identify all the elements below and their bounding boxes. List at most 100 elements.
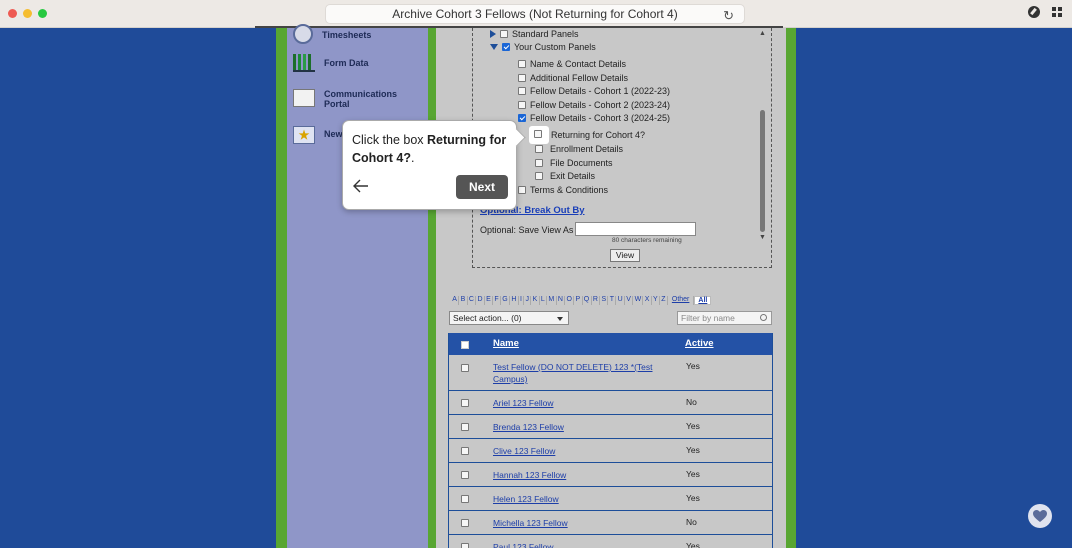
checkbox[interactable]: [535, 159, 543, 167]
checkbox[interactable]: [518, 74, 526, 82]
sub-item[interactable]: File Documents: [535, 158, 613, 168]
view-button[interactable]: View: [610, 249, 640, 262]
alpha-letter[interactable]: X: [643, 296, 652, 305]
active-value: Yes: [686, 493, 700, 503]
grid-icon[interactable]: [1052, 7, 1062, 17]
alpha-letter[interactable]: E: [485, 296, 494, 305]
sidebar-item-new[interactable]: ★ New: [293, 126, 343, 144]
sub-item-returning[interactable]: Returning for Cohort 4?: [551, 130, 645, 140]
panel-item[interactable]: Fellow Details - Cohort 3 (2024-25): [518, 113, 670, 123]
alpha-letter[interactable]: U: [616, 296, 625, 305]
sidebar-item-timesheets[interactable]: Timesheets: [293, 24, 371, 44]
maximize-window-button[interactable]: [38, 9, 47, 18]
alpha-letter[interactable]: K: [531, 296, 540, 305]
alpha-letter[interactable]: T: [608, 296, 617, 305]
sidebar-item-form-data[interactable]: Form Data: [293, 54, 369, 72]
back-arrow-icon[interactable]: [353, 179, 369, 193]
checkbox[interactable]: [535, 145, 543, 153]
alpha-all[interactable]: All: [694, 296, 712, 305]
fellow-name-link[interactable]: Helen 123 Fellow: [493, 493, 673, 505]
checkbox[interactable]: [518, 60, 526, 68]
alpha-letter[interactable]: S: [600, 296, 609, 305]
fellow-name-link[interactable]: Brenda 123 Fellow: [493, 421, 673, 433]
checkbox[interactable]: [518, 101, 526, 109]
fellow-name-link[interactable]: Test Fellow (DO NOT DELETE) 123 *(Test C…: [493, 361, 673, 385]
alpha-letter[interactable]: A: [451, 296, 460, 305]
sidebar-item-label: Communications Portal: [324, 89, 398, 109]
compass-icon[interactable]: [1028, 6, 1040, 18]
alpha-letter[interactable]: Z: [660, 296, 668, 305]
panels-scrollbar[interactable]: [760, 110, 765, 232]
alpha-letter[interactable]: Q: [583, 296, 592, 305]
alpha-letter[interactable]: F: [493, 296, 501, 305]
address-bar[interactable]: Archive Cohort 3 Fellows (Not Returning …: [325, 4, 745, 24]
next-button[interactable]: Next: [456, 175, 508, 199]
star-icon: ★: [293, 126, 315, 144]
alpha-letter[interactable]: W: [633, 296, 644, 305]
checkbox[interactable]: [535, 172, 543, 180]
returning-cohort-4-checkbox[interactable]: [534, 130, 542, 138]
fellow-name-link[interactable]: Hannah 123 Fellow: [493, 469, 673, 481]
row-checkbox[interactable]: [461, 423, 469, 431]
row-checkbox[interactable]: [461, 471, 469, 479]
panel-item[interactable]: Fellow Details - Cohort 2 (2023-24): [518, 100, 670, 110]
alpha-letter[interactable]: G: [501, 296, 511, 305]
search-icon[interactable]: [760, 314, 767, 321]
alpha-letter[interactable]: B: [459, 296, 468, 305]
checkbox[interactable]: [518, 87, 526, 95]
row-checkbox[interactable]: [461, 447, 469, 455]
select-all-checkbox[interactable]: [461, 341, 469, 349]
alpha-letter[interactable]: Y: [652, 296, 660, 305]
alpha-letter[interactable]: J: [524, 296, 532, 305]
panel-item[interactable]: Additional Fellow Details: [518, 73, 628, 83]
scroll-down-icon[interactable]: ▼: [759, 234, 766, 241]
fellow-name-link[interactable]: Michella 123 Fellow: [493, 517, 673, 529]
fellow-name-link[interactable]: Paul 123 Fellow: [493, 541, 673, 548]
alpha-letter[interactable]: N: [557, 296, 566, 305]
panel-item[interactable]: Fellow Details - Cohort 1 (2022-23): [518, 86, 670, 96]
heart-icon[interactable]: [1028, 504, 1052, 528]
active-column-header[interactable]: Active: [685, 338, 714, 349]
standard-panels-row[interactable]: Standard Panels: [490, 29, 579, 39]
collapse-icon[interactable]: [490, 44, 498, 50]
panel-item[interactable]: Name & Contact Details: [518, 59, 626, 69]
row-checkbox[interactable]: [461, 519, 469, 527]
alpha-letter[interactable]: L: [540, 296, 548, 305]
scroll-up-icon[interactable]: ▲: [759, 30, 766, 37]
alpha-letter[interactable]: C: [468, 296, 477, 305]
sub-item-label: Returning for Cohort 4?: [551, 130, 646, 140]
checkbox[interactable]: [502, 43, 510, 51]
minimize-window-button[interactable]: [23, 9, 32, 18]
select-action-dropdown[interactable]: Select action... (0): [449, 311, 569, 325]
sub-item[interactable]: Enrollment Details: [535, 144, 623, 154]
fellow-name-link[interactable]: Ariel 123 Fellow: [493, 397, 673, 409]
expand-icon[interactable]: [490, 30, 496, 38]
row-checkbox[interactable]: [461, 364, 469, 372]
filter-by-name-input[interactable]: Filter by name: [677, 311, 772, 325]
row-checkbox[interactable]: [461, 543, 469, 548]
checkbox[interactable]: [500, 30, 508, 38]
sidebar-item-communications-portal[interactable]: Communications Portal: [293, 89, 404, 109]
alpha-letter[interactable]: R: [592, 296, 601, 305]
alpha-letter[interactable]: P: [574, 296, 583, 305]
save-view-input[interactable]: [575, 222, 696, 236]
sub-item[interactable]: Exit Details: [535, 171, 595, 181]
row-checkbox[interactable]: [461, 399, 469, 407]
active-value: Yes: [686, 361, 700, 371]
alpha-letter[interactable]: M: [547, 296, 557, 305]
reload-icon[interactable]: ↻: [723, 6, 734, 25]
row-checkbox[interactable]: [461, 495, 469, 503]
custom-panels-row[interactable]: Your Custom Panels: [490, 42, 596, 52]
alpha-letter[interactable]: H: [510, 296, 519, 305]
fellow-name-link[interactable]: Clive 123 Fellow: [493, 445, 673, 457]
alpha-letter[interactable]: O: [565, 296, 575, 305]
checkbox[interactable]: [518, 186, 526, 194]
panel-item-terms[interactable]: Terms & Conditions: [518, 185, 608, 195]
checkbox[interactable]: [518, 114, 526, 122]
alpha-letter[interactable]: D: [476, 296, 485, 305]
active-value: Yes: [686, 469, 700, 479]
name-column-header[interactable]: Name: [493, 338, 519, 349]
alpha-letter[interactable]: V: [625, 296, 634, 305]
close-window-button[interactable]: [8, 9, 17, 18]
alpha-other[interactable]: Other: [668, 296, 695, 305]
